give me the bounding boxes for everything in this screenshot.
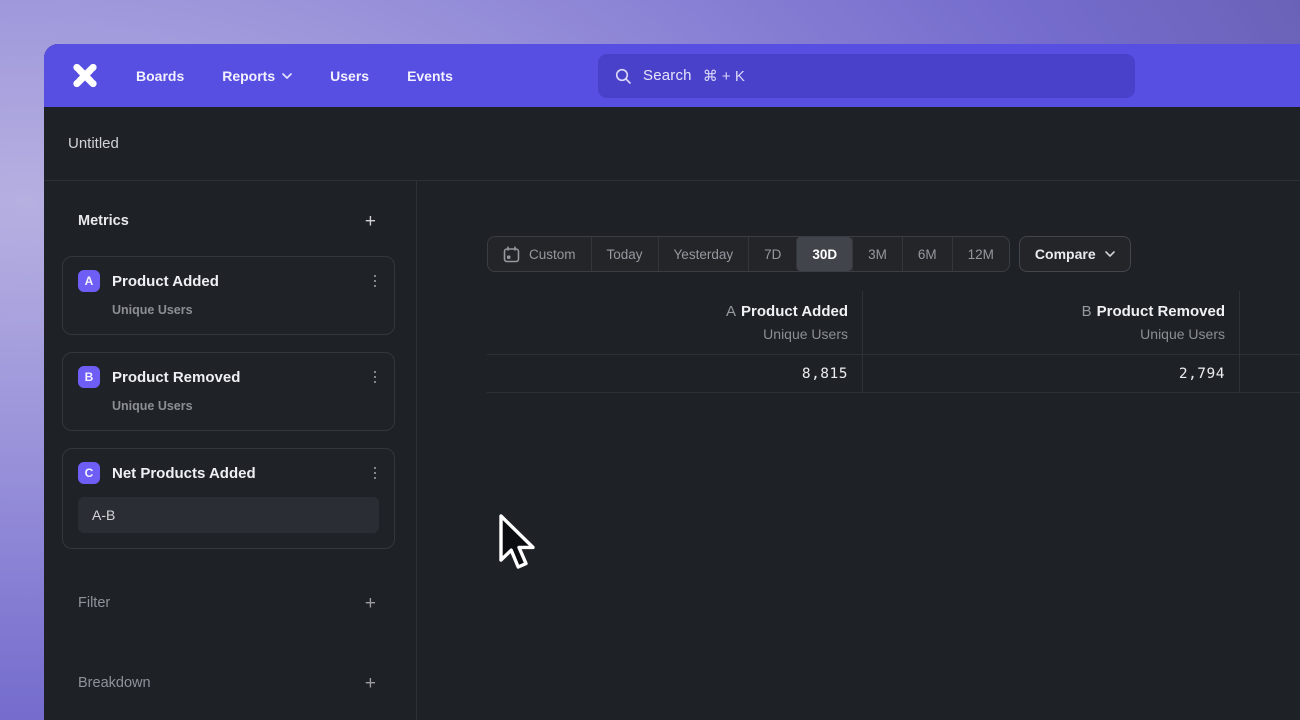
range-label: 30D bbox=[812, 247, 837, 262]
search-shortcut: ⌘ + K bbox=[703, 67, 745, 85]
range-label: 12M bbox=[968, 247, 994, 262]
kebab-menu-icon[interactable] bbox=[371, 464, 380, 483]
breakdown-label: Breakdown bbox=[78, 675, 151, 691]
top-nav: Boards Reports Users Events Search ⌘ + K bbox=[44, 44, 1300, 107]
compare-button[interactable]: Compare bbox=[1019, 236, 1131, 272]
table-header-row: A Product Added Unique Users B Product Rem… bbox=[487, 291, 1300, 354]
metric-measurement[interactable]: Unique Users bbox=[112, 399, 379, 413]
search-icon bbox=[614, 67, 632, 85]
range-label: Today bbox=[607, 247, 643, 262]
table-value-row: 8,815 2,794 bbox=[487, 354, 1300, 393]
mixpanel-logo-icon[interactable] bbox=[68, 59, 102, 93]
column-header-empty bbox=[1240, 291, 1300, 354]
column-header-product-added[interactable]: A Product Added Unique Users bbox=[487, 291, 863, 354]
results-table: A Product Added Unique Users B Product Rem… bbox=[487, 291, 1300, 393]
chevron-down-icon bbox=[1105, 251, 1115, 257]
metric-title: Product Added bbox=[112, 273, 219, 290]
range-7d[interactable]: 7D bbox=[748, 237, 796, 271]
metric-measurement[interactable]: Unique Users bbox=[112, 303, 379, 317]
nav-item-reports-label: Reports bbox=[222, 68, 275, 84]
breakdown-section: Breakdown + bbox=[44, 673, 416, 693]
kebab-menu-icon[interactable] bbox=[371, 368, 380, 387]
range-today[interactable]: Today bbox=[591, 237, 658, 271]
add-metric-button[interactable]: + bbox=[365, 212, 376, 231]
metrics-label: Metrics bbox=[78, 213, 129, 229]
calendar-icon bbox=[503, 246, 520, 263]
value-cell-product-removed[interactable]: 2,794 bbox=[863, 355, 1240, 392]
nav-item-boards[interactable]: Boards bbox=[136, 68, 184, 84]
metric-card-list: A Product Added Unique Users B Product R… bbox=[62, 256, 395, 549]
nav-item-events-label: Events bbox=[407, 68, 453, 84]
nav-item-events[interactable]: Events bbox=[407, 68, 453, 84]
chevron-down-icon bbox=[282, 73, 292, 79]
column-letter: B bbox=[1082, 303, 1092, 320]
metrics-header: Metrics + bbox=[44, 211, 416, 231]
content-area: Metrics + A Product Added Unique Users B… bbox=[44, 181, 1300, 720]
nav-item-users[interactable]: Users bbox=[330, 68, 369, 84]
column-title: Product Removed bbox=[1097, 303, 1225, 320]
kebab-menu-icon[interactable] bbox=[371, 272, 380, 291]
range-6m[interactable]: 6M bbox=[902, 237, 952, 271]
query-builder-sidebar: Metrics + A Product Added Unique Users B… bbox=[44, 181, 417, 720]
metric-title: Net Products Added bbox=[112, 465, 256, 482]
range-custom-label: Custom bbox=[529, 247, 576, 262]
column-subtitle: Unique Users bbox=[487, 326, 848, 342]
metric-card-c[interactable]: C Net Products Added A-B bbox=[62, 448, 395, 549]
compare-label: Compare bbox=[1035, 246, 1096, 262]
metric-badge-b: B bbox=[78, 366, 100, 388]
range-3m[interactable]: 3M bbox=[852, 237, 902, 271]
report-title[interactable]: Untitled bbox=[68, 135, 119, 152]
range-12m[interactable]: 12M bbox=[952, 237, 1009, 271]
add-breakdown-button[interactable]: + bbox=[365, 674, 376, 693]
date-toolbar: Custom Today Yesterday 7D 30D 3M 6M 12M … bbox=[487, 236, 1300, 272]
nav-items: Boards Reports Users Events bbox=[136, 68, 453, 84]
metric-badge-c: C bbox=[78, 462, 100, 484]
formula-value: A-B bbox=[92, 507, 115, 523]
range-label: 3M bbox=[868, 247, 887, 262]
range-label: 7D bbox=[764, 247, 781, 262]
range-30d-selected[interactable]: 30D bbox=[796, 237, 852, 271]
column-letter: A bbox=[726, 303, 736, 320]
metric-title: Product Removed bbox=[112, 369, 240, 386]
range-label: Yesterday bbox=[674, 247, 734, 262]
app-window: Boards Reports Users Events Search ⌘ + K… bbox=[44, 44, 1300, 720]
metric-card-b[interactable]: B Product Removed Unique Users bbox=[62, 352, 395, 431]
search-placeholder: Search bbox=[643, 67, 692, 84]
column-title: Product Added bbox=[741, 303, 848, 320]
filter-label: Filter bbox=[78, 595, 110, 611]
column-subtitle: Unique Users bbox=[863, 326, 1225, 342]
value-cell-product-added[interactable]: 8,815 bbox=[487, 355, 863, 392]
range-label: 6M bbox=[918, 247, 937, 262]
value-cell-empty bbox=[1240, 355, 1300, 392]
filter-section: Filter + bbox=[44, 593, 416, 613]
nav-item-boards-label: Boards bbox=[136, 68, 184, 84]
nav-item-users-label: Users bbox=[330, 68, 369, 84]
metric-value: 8,815 bbox=[802, 366, 848, 382]
add-filter-button[interactable]: + bbox=[365, 594, 376, 613]
desktop-background: { "colors": { "nav_purple": "#574ee2", "… bbox=[0, 0, 1300, 720]
report-title-bar: Untitled bbox=[44, 107, 1300, 181]
formula-input[interactable]: A-B bbox=[78, 497, 379, 533]
search-input[interactable]: Search ⌘ + K bbox=[598, 54, 1135, 98]
column-header-product-removed[interactable]: B Product Removed Unique Users bbox=[863, 291, 1240, 354]
metric-card-a[interactable]: A Product Added Unique Users bbox=[62, 256, 395, 335]
metric-badge-a: A bbox=[78, 270, 100, 292]
range-yesterday[interactable]: Yesterday bbox=[658, 237, 749, 271]
date-range-segmented-control: Custom Today Yesterday 7D 30D 3M 6M 12M bbox=[487, 236, 1010, 272]
nav-item-reports[interactable]: Reports bbox=[222, 68, 292, 84]
range-custom[interactable]: Custom bbox=[488, 237, 591, 271]
metric-value: 2,794 bbox=[1179, 366, 1225, 382]
report-main-panel: Custom Today Yesterday 7D 30D 3M 6M 12M … bbox=[417, 181, 1300, 720]
